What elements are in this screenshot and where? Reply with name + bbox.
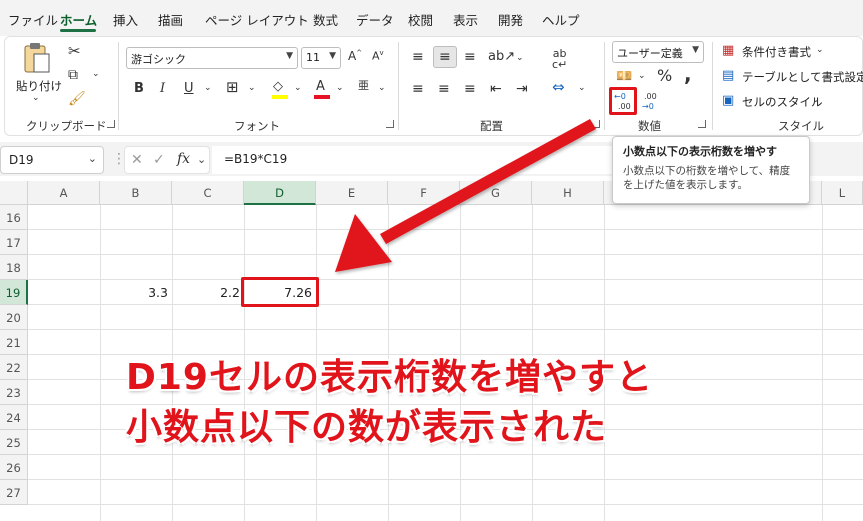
annotation-caption-line2: 小数点以下の数が表示された [126, 407, 608, 448]
annotation-caption-line1: D19セルの表示桁数を増やすと [126, 357, 653, 398]
